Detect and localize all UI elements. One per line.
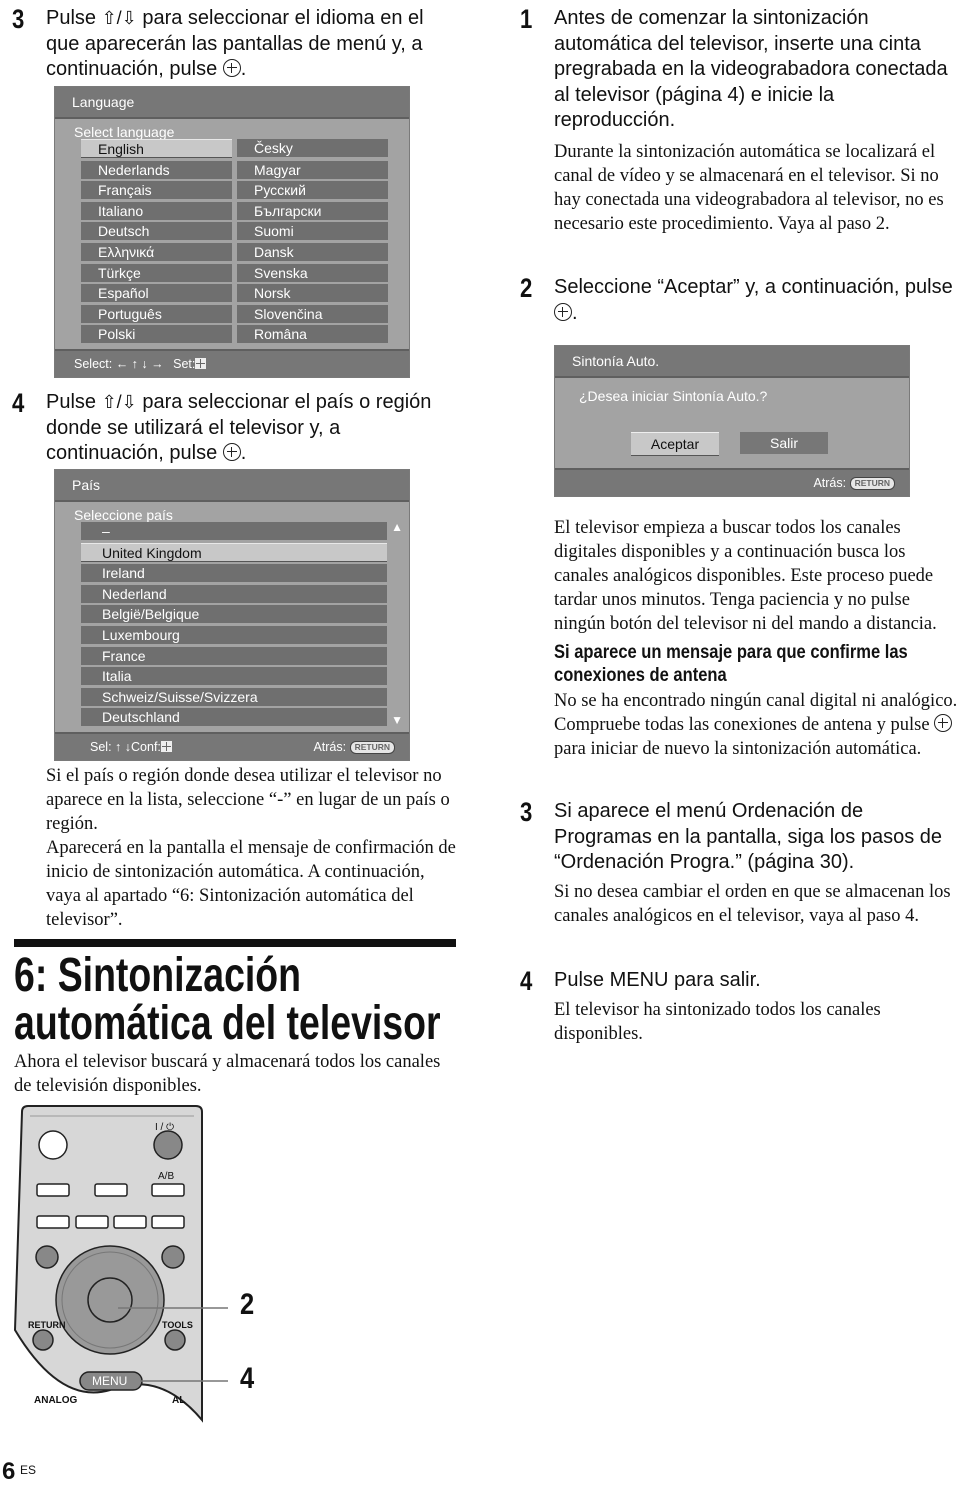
step-text: Pulse ⇧/⇩ para seleccionar el idioma en … — [46, 7, 424, 80]
enter-button-icon — [222, 443, 241, 461]
country-list: – United Kingdom Ireland Nederland België/Be… — [81, 522, 387, 727]
language-option[interactable]: Nederlands — [81, 160, 232, 179]
step-number: 3 — [12, 4, 25, 34]
set-button-icon — [195, 358, 207, 369]
step-text: Pulse ⇧/⇩ para seleccionar el país o reg… — [46, 391, 432, 464]
section-divider — [14, 939, 456, 947]
remote-tools-label: TOOLS — [162, 1320, 193, 1330]
remote-menu-button: MENU — [92, 1374, 128, 1388]
country-option[interactable]: Luxembourg — [81, 625, 387, 644]
scroll-up-icon[interactable]: ▲ — [391, 520, 403, 534]
step-number: 4 — [12, 388, 25, 418]
remote-control-illustration — [13, 1105, 228, 1423]
step-note: El televisor ha sintonizado todos los ca… — [554, 999, 881, 1044]
language-menu-screen: Language Select language English Česky Ned… — [54, 86, 410, 378]
language-option[interactable]: Magyar — [237, 160, 388, 179]
step-text: Seleccione “Aceptar” y, a continuación, … — [554, 276, 953, 324]
language-option[interactable]: Italiano — [81, 201, 232, 220]
country-option[interactable]: Nederland — [81, 584, 387, 603]
remote-return-label: RETURN — [28, 1320, 66, 1330]
step-note: Durante la sintonización automática se l… — [554, 141, 944, 234]
country-option[interactable]: België/Belgique — [81, 605, 387, 624]
note-confirmation: Aparecerá en la pantalla el mensaje de c… — [46, 838, 456, 930]
return-button-icon: RETURN — [849, 477, 895, 490]
note-search: El televisor empieza a buscar todos los … — [554, 518, 937, 634]
screen-title: País — [55, 470, 409, 502]
section-title: 6: Sintonización automática del televiso… — [14, 949, 441, 1050]
antenna-subheading: Si aparece un mensaje para que confirme … — [554, 642, 908, 686]
step-3-language: 3 Pulse ⇧/⇩ para seleccionar el idioma e… — [12, 4, 462, 83]
step-1-vcr: 1 Antes de comenzar la sintonización aut… — [520, 4, 960, 236]
language-option[interactable]: English — [81, 139, 232, 158]
screen-footer: Select: ← ↑ ↓ → Set: — [55, 349, 409, 377]
language-option[interactable]: Česky — [237, 139, 388, 157]
country-option[interactable]: France — [81, 646, 387, 665]
language-option[interactable]: Româna — [237, 325, 388, 344]
enter-button-icon — [934, 714, 953, 732]
language-option[interactable]: Dansk — [237, 242, 388, 261]
enter-button-icon — [554, 302, 572, 321]
step-2-accept: 2 Seleccione “Aceptar” y, a continuación… — [520, 273, 960, 326]
callout-4: 4 — [240, 1362, 255, 1395]
screen-title: Sintonía Auto. — [555, 346, 909, 378]
note-antenna: No se ha encontrado ningún canal digital… — [554, 691, 958, 759]
exit-button[interactable]: Salir — [740, 432, 828, 454]
step-3-program-sort: 3 Si aparece el menú Ordenación de Progr… — [520, 797, 960, 928]
note-country-missing: Si el país o región donde desea utilizar… — [46, 766, 450, 834]
country-option[interactable]: Italia — [81, 667, 387, 686]
page-number: 6 — [2, 1458, 16, 1485]
step-number: 2 — [520, 273, 533, 303]
language-option[interactable]: Türkçe — [81, 263, 232, 282]
section-intro: Ahora el televisor buscará y almacenará … — [14, 1052, 441, 1096]
country-option[interactable]: – — [81, 522, 387, 540]
step-text: Pulse MENU para salir. — [554, 969, 761, 991]
step-text: Si aparece el menú Ordenación de Program… — [554, 800, 943, 873]
callout-2: 2 — [240, 1288, 255, 1321]
language-option[interactable]: Polski — [81, 325, 232, 344]
remote-power-label: I / ⏻ — [155, 1122, 175, 1133]
accept-button[interactable]: Aceptar — [631, 432, 719, 456]
language-option[interactable]: Slovenčina — [237, 304, 388, 323]
remote-analog-label: ANALOG — [34, 1395, 78, 1406]
arrow-keys-icon: ↑ ↓ — [115, 740, 132, 754]
up-down-arrow-icon: ⇧/⇩ — [101, 392, 137, 412]
country-option[interactable]: United Kingdom — [81, 542, 387, 562]
page-language-code: ES — [20, 1463, 37, 1477]
remote-digital-label: AL — [172, 1395, 186, 1406]
country-option[interactable]: Ireland — [81, 564, 387, 583]
language-option[interactable]: Português — [81, 304, 232, 323]
up-down-arrow-icon: ⇧/⇩ — [101, 8, 137, 28]
language-option[interactable]: Deutsch — [81, 222, 232, 241]
country-option[interactable]: Schweiz/Suisse/Svizzera — [81, 687, 387, 706]
country-option[interactable]: Deutschland — [81, 708, 387, 727]
enter-button-icon — [222, 59, 241, 77]
screen-footer: Atrás: RETURN — [555, 468, 909, 496]
language-option[interactable]: Svenska — [237, 263, 388, 282]
language-option[interactable]: Français — [81, 181, 232, 200]
step-4-exit: 4 Pulse MENU para salir. El televisor ha… — [520, 966, 960, 1046]
arrow-keys-icon: ← ↑ ↓ → — [115, 357, 164, 371]
step-number: 3 — [520, 797, 533, 827]
step-4-country: 4 Pulse ⇧/⇩ para seleccionar el país o r… — [12, 388, 462, 467]
language-option[interactable]: Български — [237, 201, 388, 220]
screen-title: Language — [55, 87, 409, 119]
language-option[interactable]: Norsk — [237, 284, 388, 303]
country-menu-screen: País Seleccione país – United Kingdom Irel… — [54, 469, 410, 761]
auto-tune-screen: Sintonía Auto. ¿Desea iniciar Sintonía A… — [554, 345, 910, 497]
remote-ab-label: A/B — [158, 1171, 175, 1182]
step-text: Antes de comenzar la sintonización autom… — [554, 7, 948, 131]
language-option[interactable]: Русский — [237, 181, 388, 200]
step-number: 4 — [520, 966, 533, 996]
language-option[interactable]: Español — [81, 284, 232, 303]
step-number: 1 — [520, 4, 533, 34]
language-list: English Česky Nederlands Magyar Français Русс… — [81, 139, 388, 344]
step-note: Si no desea cambiar el orden en que se a… — [554, 881, 951, 926]
language-option[interactable]: Suomi — [237, 222, 388, 241]
auto-tune-question: ¿Desea iniciar Sintonía Auto.? — [579, 388, 768, 404]
screen-footer: Sel: ↑ ↓Conf: Atrás: RETURN — [55, 732, 409, 760]
set-button-icon — [160, 741, 172, 752]
language-option[interactable]: Ελληνικά — [81, 242, 232, 261]
scroll-down-icon[interactable]: ▼ — [391, 713, 403, 727]
return-button-icon: RETURN — [349, 741, 395, 754]
